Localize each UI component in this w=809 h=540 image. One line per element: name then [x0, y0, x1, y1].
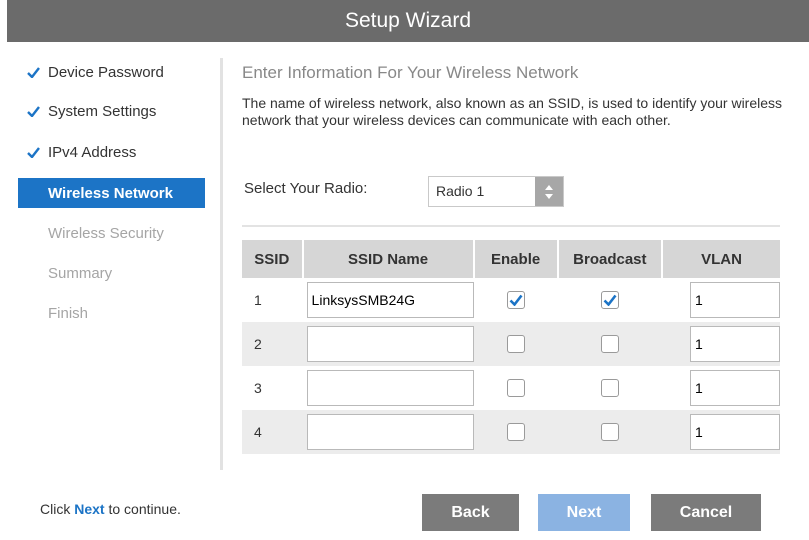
broadcast-checkbox[interactable]	[600, 291, 619, 309]
vlan-input[interactable]	[690, 326, 780, 362]
enable-checkbox[interactable]	[506, 291, 525, 309]
enable-checkbox[interactable]	[506, 335, 525, 353]
table-row: 4	[242, 410, 780, 454]
cancel-button[interactable]: Cancel	[651, 494, 761, 531]
ssid-number: 1	[242, 278, 303, 322]
ssid-name-input[interactable]	[306, 370, 474, 406]
footer-hint: Click Next to continue.	[40, 501, 181, 517]
vlan-input[interactable]	[690, 282, 780, 318]
ssid-number: 2	[242, 322, 303, 366]
step-label: System Settings	[48, 102, 157, 120]
step-label: IPv4 Address	[48, 143, 137, 161]
ssid-name-input[interactable]	[306, 414, 474, 450]
column-header-vlan: VLAN	[662, 240, 780, 278]
ssid-name-input[interactable]	[306, 282, 474, 318]
column-header-broadcast: Broadcast	[557, 240, 664, 278]
step-wireless-network[interactable]: Wireless Network	[18, 178, 205, 208]
step-label: Device Password	[48, 63, 164, 81]
radio-select-value: Radio 1	[436, 183, 485, 199]
vlan-input[interactable]	[690, 370, 780, 406]
step-label: Summary	[48, 264, 113, 282]
footer-prefix: Click	[40, 501, 75, 517]
column-header-ssid-name: SSID Name	[302, 240, 475, 278]
step-label: Finish	[48, 304, 89, 322]
next-button[interactable]: Next	[538, 494, 630, 531]
ssid-number: 4	[242, 410, 303, 454]
table-row: 1	[242, 278, 780, 322]
table-row: 3	[242, 366, 780, 410]
enable-checkbox[interactable]	[506, 423, 525, 441]
column-header-ssid: SSID	[242, 240, 304, 278]
window-title: Setup Wizard	[7, 0, 809, 42]
wizard-steps-sidebar: Device Password System Settings IPv4 Add…	[0, 42, 220, 472]
step-wireless-security: Wireless Security	[18, 218, 205, 248]
broadcast-checkbox[interactable]	[600, 379, 619, 397]
step-label: Wireless Network	[48, 184, 173, 202]
vlan-input[interactable]	[690, 414, 780, 450]
ssid-table: SSID SSID Name Enable Broadcast VLAN 1 2	[242, 240, 780, 454]
sidebar-divider	[220, 58, 223, 470]
step-system-settings[interactable]: System Settings	[18, 96, 205, 126]
step-summary: Summary	[18, 258, 205, 288]
table-header-row: SSID SSID Name Enable Broadcast VLAN	[242, 240, 780, 278]
step-finish: Finish	[18, 298, 205, 328]
broadcast-checkbox[interactable]	[600, 423, 619, 441]
divider	[242, 225, 780, 227]
section-description: The name of wireless network, also known…	[242, 95, 783, 128]
ssid-number: 3	[242, 366, 303, 410]
footer-suffix: to continue.	[104, 501, 181, 517]
back-button[interactable]: Back	[422, 494, 519, 531]
column-header-enable: Enable	[473, 240, 559, 278]
broadcast-checkbox[interactable]	[600, 335, 619, 353]
checkmark-icon	[18, 146, 48, 158]
table-row: 2	[242, 322, 780, 366]
checkmark-icon	[18, 66, 48, 78]
step-ipv4-address[interactable]: IPv4 Address	[18, 137, 205, 167]
step-label: Wireless Security	[48, 224, 164, 242]
next-link[interactable]: Next	[74, 501, 104, 517]
enable-checkbox[interactable]	[506, 379, 525, 397]
section-heading: Enter Information For Your Wireless Netw…	[242, 63, 579, 82]
radio-select[interactable]: Radio 1	[428, 176, 564, 207]
ssid-name-input[interactable]	[306, 326, 474, 362]
checkmark-icon	[18, 105, 48, 117]
step-device-password[interactable]: Device Password	[18, 57, 205, 87]
radio-select-label: Select Your Radio:	[244, 180, 368, 197]
spinner-arrows-icon[interactable]	[535, 177, 563, 206]
